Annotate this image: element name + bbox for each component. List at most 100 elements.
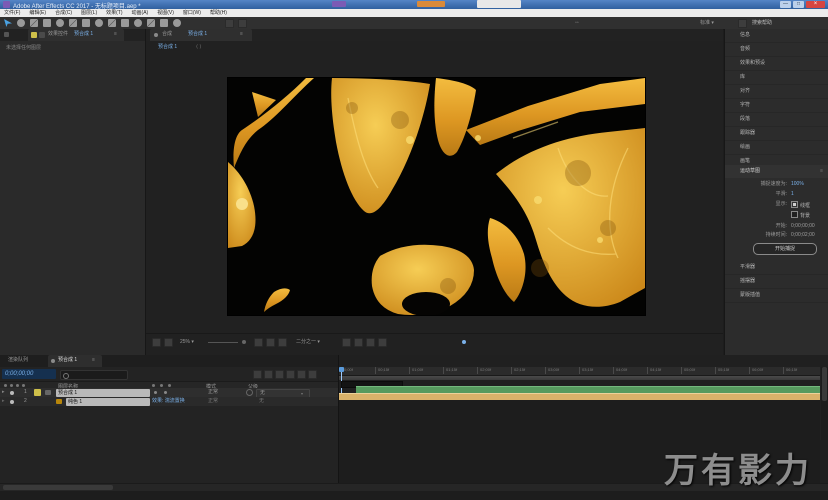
- layer-effect-link[interactable]: 效果: 湍流置换: [152, 398, 185, 405]
- comp-panel-menu-icon[interactable]: ≡: [240, 31, 243, 38]
- hand-tool-icon[interactable]: [17, 19, 25, 27]
- zoom-level-dropdown[interactable]: 25% ▾: [180, 339, 194, 346]
- capture-speed-value[interactable]: 100%: [791, 181, 804, 188]
- menu-item[interactable]: 文件(F): [4, 9, 20, 17]
- scrollbar-thumb[interactable]: [3, 485, 113, 490]
- effect-controls-tab[interactable]: 效果控件 预合成 1 ≡: [28, 29, 124, 41]
- timeline-comp-tab[interactable]: 预合成 1 ≡: [48, 355, 102, 367]
- eraser-tool-icon[interactable]: [147, 19, 155, 27]
- collapsed-panel-item[interactable]: 音频: [725, 43, 828, 57]
- workspace-grid-icon[interactable]: [225, 19, 234, 28]
- selection-tool-icon[interactable]: [4, 19, 12, 27]
- pickwhip-icon[interactable]: [246, 389, 253, 396]
- orbit-camera-tool-icon[interactable]: [43, 19, 51, 27]
- label-color-swatch[interactable]: [34, 389, 41, 396]
- panel-grid-icon[interactable]: [738, 19, 747, 28]
- pen-tool-icon[interactable]: [95, 19, 103, 27]
- mask-visibility-icon[interactable]: [254, 338, 263, 347]
- time-ruler[interactable]: 0;00f 00;15f 01;00f 01;15f 02;00f 02;15f 03;00…: [339, 367, 820, 376]
- collapsed-panel-item[interactable]: 效果和预设: [725, 57, 828, 71]
- menu-item[interactable]: 合成(C): [55, 9, 72, 17]
- menu-item[interactable]: 视图(V): [157, 9, 174, 17]
- menu-item[interactable]: 动画(A): [132, 9, 149, 17]
- layer-row-2[interactable]: ▸ 2 纯色 1 效果: 湍流置换 正常 无: [0, 397, 338, 406]
- render-queue-tab[interactable]: 渲染队列: [8, 357, 28, 364]
- show-background-checkbox[interactable]: 背景: [791, 211, 810, 220]
- collapsed-panel-item[interactable]: 段落: [725, 113, 828, 127]
- draft-3d-icon[interactable]: [264, 370, 273, 379]
- clone-stamp-tool-icon[interactable]: [134, 19, 142, 27]
- ruler-slider[interactable]: [208, 342, 238, 343]
- twirl-icon[interactable]: ▸: [2, 398, 5, 405]
- frame-blending-icon[interactable]: [286, 370, 295, 379]
- brush-tool-icon[interactable]: [121, 19, 129, 27]
- collapsed-panel-item[interactable]: 字符: [725, 99, 828, 113]
- work-area-bar[interactable]: [339, 376, 820, 380]
- switches-column-icon[interactable]: [152, 384, 155, 387]
- video-column-icon[interactable]: [4, 384, 7, 387]
- smoothing-value[interactable]: 1: [791, 191, 794, 198]
- twirl-icon[interactable]: ▸: [2, 389, 5, 396]
- always-preview-icon[interactable]: [152, 338, 161, 347]
- timeline-tab-menu-icon[interactable]: ≡: [92, 357, 95, 364]
- region-of-interest-icon[interactable]: [266, 338, 275, 347]
- puppet-pin-tool-icon[interactable]: [173, 19, 181, 27]
- zoom-tool-icon[interactable]: [30, 19, 38, 27]
- blend-mode-dropdown[interactable]: 正常: [208, 398, 218, 405]
- collapsed-panel-item[interactable]: 摇摆器: [725, 275, 828, 289]
- eye-icon[interactable]: [10, 400, 14, 404]
- graph-editor-icon[interactable]: [308, 370, 317, 379]
- rotation-tool-icon[interactable]: [69, 19, 77, 27]
- quality-switch-icon[interactable]: [154, 391, 157, 394]
- exposure-indicator-icon[interactable]: [462, 340, 466, 344]
- timeline-search-input[interactable]: [60, 370, 128, 380]
- collapsed-panel-item[interactable]: 绘画: [725, 141, 828, 155]
- menu-item[interactable]: 图层(L): [81, 9, 97, 17]
- reset-exposure-icon[interactable]: [378, 338, 387, 347]
- comp-mini-flowchart-icon[interactable]: [253, 370, 262, 379]
- layer-row-1[interactable]: ▸ 1 预合成 1 正常 无 ▾: [0, 388, 338, 398]
- motion-sketch-header[interactable]: 运动草图 ≡: [725, 165, 828, 178]
- collapsed-panel-item[interactable]: 蒙版插值: [725, 289, 828, 303]
- start-capture-button[interactable]: 开始捕捉: [753, 243, 817, 255]
- rectangle-shape-tool-icon[interactable]: [82, 19, 90, 27]
- show-wireframe-checkbox[interactable]: 线框: [791, 201, 810, 210]
- composition-viewport[interactable]: [228, 78, 645, 316]
- timeline-button-icon[interactable]: [354, 338, 363, 347]
- layer-name-editbox[interactable]: 预合成 1: [56, 389, 150, 397]
- maximize-button[interactable]: □: [793, 1, 804, 8]
- layer-name-editbox[interactable]: 纯色 1: [66, 398, 150, 406]
- panel-menu-icon[interactable]: ≡: [820, 165, 823, 178]
- timeline-vertical-scrollbar[interactable]: [821, 367, 828, 440]
- menu-item[interactable]: 效果(T): [106, 9, 122, 17]
- collapsed-panel-item[interactable]: 对齐: [725, 85, 828, 99]
- panel-menu-icon[interactable]: ≡: [114, 31, 117, 38]
- blend-column-icon[interactable]: [160, 384, 163, 387]
- transparency-grid-icon[interactable]: [278, 338, 287, 347]
- hide-shy-icon[interactable]: [275, 370, 284, 379]
- menu-item[interactable]: 帮助(H): [210, 9, 227, 17]
- comp-navigator-link[interactable]: 预合成 1: [158, 44, 177, 51]
- scrollbar-thumb[interactable]: [822, 367, 827, 401]
- collapsed-panel-item[interactable]: 信息: [725, 29, 828, 43]
- collapsed-panel-item[interactable]: 跟踪器: [725, 127, 828, 141]
- search-help[interactable]: 搜索帮助: [752, 20, 772, 27]
- pan-behind-tool-icon[interactable]: [56, 19, 64, 27]
- close-button[interactable]: ×: [806, 1, 825, 8]
- current-time-field[interactable]: 0;00;00;00: [2, 369, 56, 379]
- menu-item[interactable]: 窗口(W): [183, 9, 201, 17]
- type-tool-icon[interactable]: [108, 19, 116, 27]
- workspace-selector[interactable]: 标准 ▾: [700, 20, 714, 27]
- main-view-toggle-icon[interactable]: [164, 338, 173, 347]
- fast-preview-icon[interactable]: [342, 338, 351, 347]
- collapsed-panel-item[interactable]: 库: [725, 71, 828, 85]
- grid-guides-icon[interactable]: [242, 340, 246, 344]
- menu-item[interactable]: 编辑(E): [29, 9, 46, 17]
- minimize-button[interactable]: —: [780, 1, 791, 8]
- playhead-handle[interactable]: [339, 367, 344, 372]
- snapping-icon[interactable]: [238, 19, 247, 28]
- comp-flowchart-icon[interactable]: [366, 338, 375, 347]
- motion-blur-icon[interactable]: [297, 370, 306, 379]
- resolution-dropdown[interactable]: 二分之一 ▾: [296, 339, 320, 346]
- eye-icon[interactable]: [10, 391, 14, 395]
